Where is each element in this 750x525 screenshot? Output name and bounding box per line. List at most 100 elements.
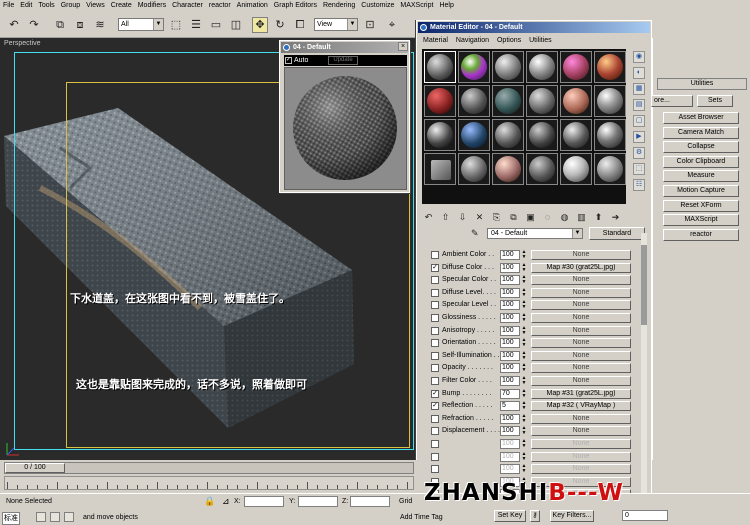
sample-slot[interactable]	[594, 119, 626, 151]
menu-item-edit[interactable]: Edit	[17, 0, 35, 12]
map-amount-field[interactable]: 100	[500, 300, 520, 311]
map-amount-field[interactable]: 100	[500, 262, 520, 273]
map-slot-button[interactable]: Map #30 (grat25L.jpg)	[531, 262, 631, 273]
sample-slot-window[interactable]: 04 - Default × ✓ Auto Update	[279, 40, 410, 193]
x-coord-field[interactable]	[244, 496, 284, 507]
scrollbar-thumb[interactable]	[641, 245, 647, 325]
sample-type-icon[interactable]: ◉	[633, 51, 645, 63]
utility-color-clipboard-button[interactable]: Color Clipboard	[663, 155, 739, 168]
map-slot-button[interactable]: Map #31 (grat25L.jpg)	[531, 388, 631, 399]
amount-spinner-icon[interactable]: ▲▼	[521, 325, 527, 336]
menu-item-group[interactable]: Group	[58, 0, 83, 12]
amount-spinner-icon[interactable]: ▲▼	[521, 401, 527, 411]
map-slot-button[interactable]: None	[531, 363, 631, 374]
sample-slot[interactable]	[458, 119, 490, 151]
amount-spinner-icon[interactable]: ▲▼	[521, 275, 527, 285]
utility-reset-xform-button[interactable]: Reset XForm	[663, 199, 739, 212]
sample-slot[interactable]	[492, 51, 524, 83]
map-enable-checkbox[interactable]	[431, 288, 439, 297]
map-slot-button[interactable]: None	[531, 300, 631, 311]
material-editor-titlebar[interactable]: Material Editor - 04 - Default	[418, 22, 650, 33]
map-enable-checkbox[interactable]	[431, 351, 439, 360]
map-amount-field[interactable]: 100	[500, 426, 520, 437]
get-material-icon[interactable]: ↶	[421, 210, 436, 224]
show-map-in-viewport-icon[interactable]: ◍	[557, 210, 572, 224]
map-amount-field[interactable]: 100	[500, 451, 520, 462]
map-amount-field[interactable]: 100	[500, 439, 520, 449]
unlink-icon[interactable]: ⧈	[72, 17, 88, 33]
map-amount-field[interactable]: 100	[500, 250, 520, 260]
amount-spinner-icon[interactable]: ▲▼	[521, 451, 527, 462]
pivot-center-icon[interactable]: ⊡	[362, 17, 378, 33]
map-amount-field[interactable]: 70	[500, 388, 520, 399]
menu-item-maxscript[interactable]: MAXScript	[397, 0, 436, 12]
menu-item-create[interactable]: Create	[108, 0, 135, 12]
amount-spinner-icon[interactable]: ▲▼	[521, 439, 527, 449]
undo-icon[interactable]: ↶	[6, 17, 22, 33]
utility-reactor-button[interactable]: reactor	[663, 228, 739, 241]
amount-spinner-icon[interactable]: ▲▼	[521, 426, 527, 436]
map-slot-button[interactable]: None	[531, 250, 631, 260]
map-amount-field[interactable]: 100	[500, 275, 520, 286]
make-unique-icon[interactable]: ⧉	[506, 210, 521, 224]
menu-item-reactor[interactable]: reactor	[206, 0, 234, 12]
menu-item-views[interactable]: Views	[83, 0, 108, 12]
y-coord-field[interactable]	[298, 496, 338, 507]
move-icon[interactable]: ✥	[252, 17, 268, 33]
utility-asset-browser-button[interactable]: Asset Browser	[663, 112, 739, 124]
key-filters-button[interactable]: Key Filters...	[550, 510, 594, 522]
amount-spinner-icon[interactable]: ▲▼	[521, 350, 527, 361]
menu-item-graph-editors[interactable]: Graph Editors	[271, 0, 320, 12]
menu-item-help[interactable]: Help	[436, 0, 456, 12]
eyedropper-icon[interactable]: ✎	[471, 228, 483, 239]
map-slot-button[interactable]: None	[531, 338, 631, 349]
sample-slot[interactable]	[560, 85, 592, 117]
time-slider[interactable]: 0 / 100	[4, 462, 414, 474]
map-slot-button[interactable]: None	[531, 451, 631, 462]
sample-slot[interactable]	[458, 153, 490, 185]
map-slot-button[interactable]: None	[531, 313, 631, 323]
make-preview-icon[interactable]: ▶	[633, 131, 645, 143]
map-amount-field[interactable]: 100	[500, 313, 520, 323]
me-menu-material[interactable]: Material	[419, 35, 452, 46]
amount-spinner-icon[interactable]: ▲▼	[521, 250, 527, 260]
add-time-tag-button[interactable]: Add Time Tag	[400, 512, 443, 523]
amount-spinner-icon[interactable]: ▲▼	[521, 376, 527, 386]
viewport-label[interactable]: Perspective	[4, 40, 41, 47]
material-name-field[interactable]: 04 - Default ▼	[487, 228, 583, 239]
map-slot-button[interactable]: None	[531, 350, 631, 361]
material-effects-channel-icon[interactable]: ◌	[540, 210, 555, 224]
amount-spinner-icon[interactable]: ▲▼	[521, 300, 527, 310]
utilities-rollout-header[interactable]: Utilities	[657, 78, 747, 90]
map-slot-button[interactable]: None	[531, 275, 631, 286]
close-icon[interactable]: ×	[398, 42, 408, 51]
map-amount-field[interactable]: 100	[500, 413, 520, 424]
key-icon[interactable]: ⚷	[530, 510, 540, 522]
show-end-result-icon[interactable]: ▥	[574, 210, 589, 224]
select-object-icon[interactable]: ⬚	[168, 17, 184, 33]
go-to-parent-icon[interactable]: ⬆	[591, 210, 606, 224]
absolute-mode-icon[interactable]: ⊿	[222, 496, 230, 507]
sample-slot[interactable]	[526, 119, 558, 151]
map-amount-field[interactable]: 100	[500, 363, 520, 374]
input-method-indicator[interactable]: 标准	[2, 512, 20, 525]
material-type-button[interactable]: Standard	[589, 227, 645, 240]
menu-item-file[interactable]: File	[0, 0, 17, 12]
sample-slot[interactable]	[560, 51, 592, 83]
me-menu-navigation[interactable]: Navigation	[452, 35, 493, 46]
utility-collapse-button[interactable]: Collapse	[663, 141, 739, 154]
map-enable-checkbox[interactable]	[431, 427, 439, 436]
map-enable-checkbox[interactable]	[431, 276, 439, 285]
frame-ruler[interactable]	[4, 476, 414, 490]
amount-spinner-icon[interactable]: ▲▼	[521, 388, 527, 399]
menu-item-rendering[interactable]: Rendering	[320, 0, 358, 12]
sample-slot[interactable]	[560, 119, 592, 151]
redo-icon[interactable]: ↷	[26, 17, 42, 33]
make-copy-icon[interactable]: ⎘	[489, 210, 504, 224]
amount-spinner-icon[interactable]: ▲▼	[521, 413, 527, 424]
map-enable-checkbox[interactable]	[431, 251, 439, 259]
uv-tiling-icon[interactable]: ▤	[633, 99, 645, 111]
more-button[interactable]: ore...	[651, 95, 693, 107]
map-enable-checkbox[interactable]	[431, 377, 439, 385]
map-enable-checkbox[interactable]	[431, 364, 439, 373]
